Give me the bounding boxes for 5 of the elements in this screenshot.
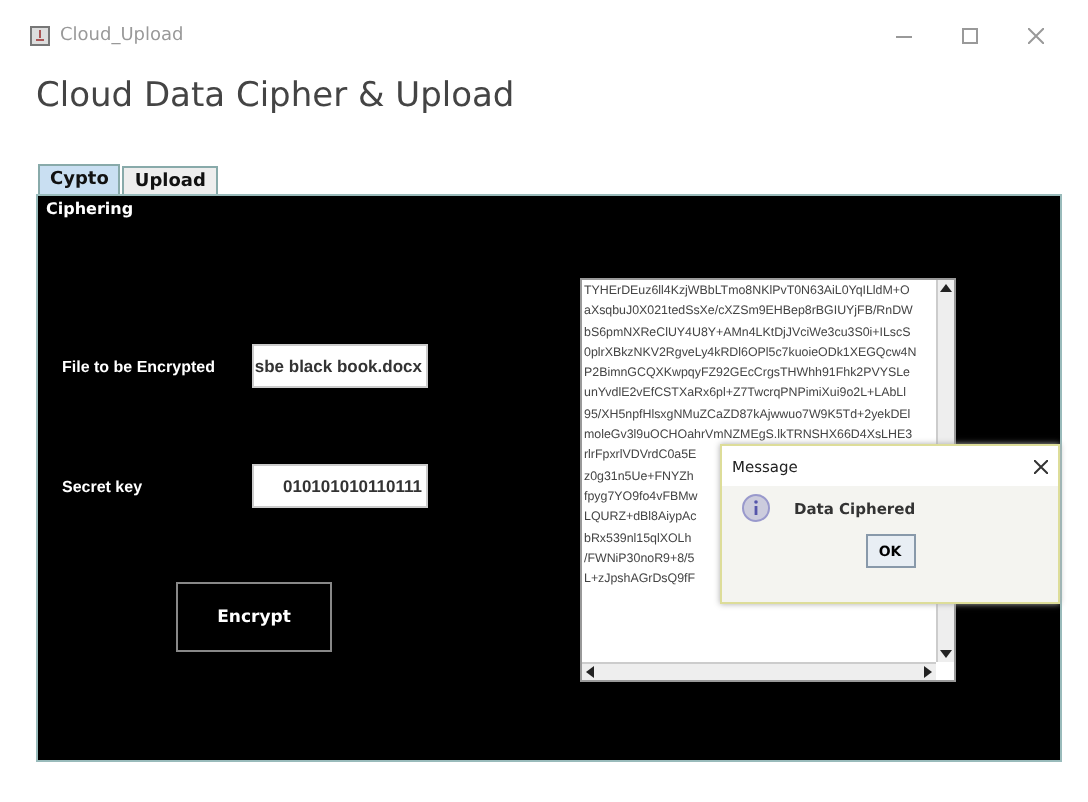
app-heading: Cloud Data Cipher & Upload — [34, 74, 517, 120]
panel-title: Ciphering — [44, 198, 136, 222]
window-title: Cloud_Upload — [60, 26, 186, 46]
field-label: File to be Encrypted — [62, 357, 217, 375]
field-label: Secret key — [62, 477, 145, 495]
